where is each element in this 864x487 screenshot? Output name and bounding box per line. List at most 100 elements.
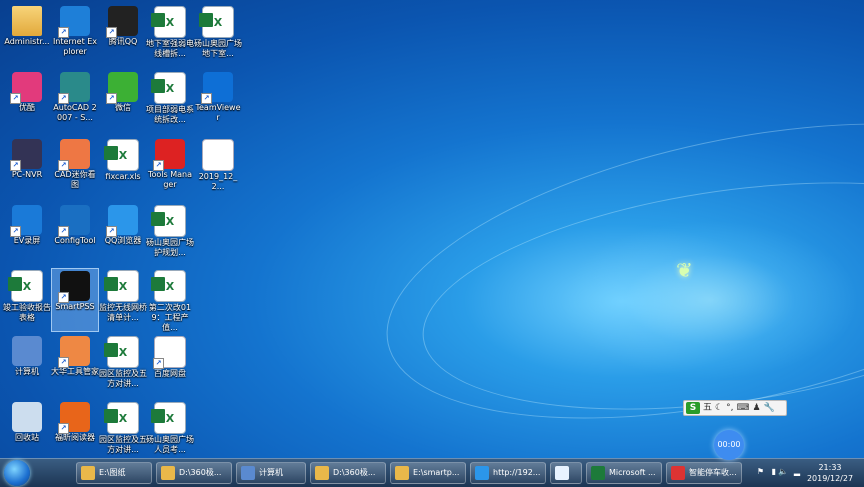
taskbar-button-label: D:\360极... (179, 468, 222, 477)
desktop-icon[interactable]: 大华工具管家 (51, 334, 99, 398)
desktop-icon-label: TeamViewer (195, 103, 241, 122)
desktop-icon[interactable]: TeamViewer (194, 70, 242, 134)
keyboard-icon[interactable]: ⌨ (736, 401, 749, 415)
desktop-icon[interactable]: 优酷 (3, 70, 51, 134)
desktop-icon[interactable]: 回收站 (3, 400, 51, 464)
recording-timer[interactable]: 00:00 (714, 430, 744, 460)
excel-icon: X (151, 402, 186, 434)
desktop-icon[interactable]: X 砀山奥园广场人员考... (146, 400, 194, 464)
desktop-icon-label: 竣工验收报告表格 (3, 303, 51, 322)
taskbar-button[interactable]: Microsoft ... (586, 462, 662, 484)
taskbar-button[interactable]: E:\smartp... (390, 462, 466, 484)
desktop-icon-label: SmartPSS (55, 302, 95, 311)
ime-toolbar[interactable]: S 五 ☾ °, ⌨ ♟ 🔧 (683, 400, 787, 416)
desktop-icon[interactable]: Internet Explorer (51, 4, 99, 68)
wrench-icon[interactable]: 🔧 (764, 401, 775, 415)
moon-icon[interactable]: ☾ (715, 401, 723, 415)
desktop-icon[interactable]: X 园区监控及五方对讲... (99, 400, 147, 464)
desktop-icon[interactable]: 腾讯QQ (99, 4, 147, 68)
flag-icon[interactable]: ⚑ (757, 467, 764, 476)
excel-icon: X (151, 270, 186, 302)
taskbar-clock[interactable]: 21:33 2019/12/27 (804, 462, 856, 484)
sogou-logo-icon[interactable]: S (686, 402, 700, 414)
qq-browser-icon (475, 466, 489, 480)
desktop-icon[interactable]: 福昕阅读器 (51, 400, 99, 464)
excel-icon: X (104, 402, 139, 434)
desktop-icon-label: ConfigTool (54, 236, 96, 245)
taskbar-button[interactable]: D:\360极... (156, 462, 232, 484)
taskbar-button-label: 计算机 (259, 468, 283, 477)
clock-time: 21:33 (818, 463, 842, 472)
desktop-icon[interactable]: PC-NVR (3, 137, 51, 201)
user-folder-icon (12, 6, 42, 36)
baidu-netdisk-icon (153, 336, 186, 369)
excel-icon: X (199, 6, 234, 38)
taskbar-button-label: Microsoft ... (609, 468, 656, 477)
baidu-netdisk-icon (555, 466, 569, 480)
desktop-icon[interactable]: X 砀山奥园广场护规划... (146, 203, 194, 267)
desktop-icon-label: 大华工具管家 (51, 367, 99, 376)
taskbar-button[interactable]: 计算机 (236, 462, 306, 484)
desktop-icon[interactable]: SmartPSS (51, 268, 99, 332)
desktop-icon-label: 2019_12_2... (198, 172, 238, 191)
taskbar-button-label: http://192... (493, 468, 541, 477)
punctuation-icon[interactable]: °, (726, 401, 733, 415)
wechat-icon (106, 72, 138, 104)
windows-start-icon[interactable] (4, 460, 30, 486)
desktop-icon[interactable]: 2019_12_2... (194, 137, 242, 201)
desktop-icon-label: 园区监控及五方对讲... (99, 435, 147, 454)
desktop-icon[interactable]: X 地下室强弱电线槽拆... (146, 4, 194, 68)
desktop-icon[interactable]: 计算机 (3, 334, 51, 398)
desktop-icon[interactable]: Tools Manager (146, 137, 194, 201)
desktop-icon-label: 百度网盘 (154, 369, 186, 378)
taskbar-button[interactable] (550, 462, 582, 484)
taskbar-button[interactable]: D:\360极... (310, 462, 386, 484)
desktop-icon[interactable]: 微信 (99, 70, 147, 134)
desktop-icon-label: Tools Manager (147, 170, 193, 189)
desktop-icon[interactable]: X 第二次改019：工程产值... (146, 268, 194, 332)
desktop-icon-label: fixcar.xls (105, 172, 141, 181)
recycle-bin-icon (12, 402, 42, 432)
taskbar-button[interactable]: E:\图纸 (76, 462, 152, 484)
desktop-icon[interactable]: X 园区监控及五方对讲... (99, 334, 147, 398)
taskbar: ⚑ ▮ 🔈 ▂ 21:33 2019/12/27 E:\图纸 D:\360极...… (0, 458, 864, 487)
taskbar-button[interactable]: http://192... (470, 462, 546, 484)
blank-file-icon (202, 139, 234, 171)
desktop-icon-label: 计算机 (15, 367, 39, 376)
desktop-icon[interactable]: QQ浏览器 (99, 203, 147, 267)
desktop-icon[interactable]: Administr... (3, 4, 51, 68)
signal-icon[interactable]: ▂ (794, 467, 800, 476)
desktop-icon[interactable]: ConfigTool (51, 203, 99, 267)
folder-icon (315, 466, 329, 480)
ime-mode[interactable]: 五 (703, 401, 712, 415)
excel-icon: X (104, 270, 139, 302)
desktop-icon[interactable]: X 砀山奥园广场地下室... (194, 4, 242, 68)
desktop-icon-label: CAD迷你看图 (54, 170, 96, 189)
excel-icon: X (8, 270, 43, 302)
desktop-icon-label: 砀山奥园广场地下室... (194, 39, 242, 58)
pcnvr-icon (10, 139, 42, 171)
teamviewer-icon (201, 72, 233, 104)
desktop-icon[interactable]: CAD迷你看图 (51, 137, 99, 201)
desktop-icon-label: 项目部弱电系统拆改... (146, 105, 194, 124)
desktop-icon-label: QQ浏览器 (104, 236, 142, 245)
excel-icon: X (151, 6, 186, 38)
desktop-icon[interactable]: X 竣工验收报告表格 (3, 268, 51, 332)
desktop-icon[interactable]: X 项目部弱电系统拆改... (146, 70, 194, 134)
desktop-icon-label: 优酷 (19, 103, 35, 112)
desktop-icon[interactable]: Xfixcar.xls (99, 137, 147, 201)
folder-icon (161, 466, 175, 480)
desktop-icon-label: EV录屏 (13, 236, 41, 245)
taskbar-button[interactable]: 智能停车收... (666, 462, 742, 484)
speaker-icon[interactable]: 🔈 (778, 467, 788, 476)
network-icon[interactable]: ▮ (772, 467, 776, 476)
folder-icon (395, 466, 409, 480)
desktop-icon[interactable]: 百度网盘 (146, 334, 194, 398)
desktop-icon[interactable]: EV录屏 (3, 203, 51, 267)
dahua-tools-icon (58, 336, 90, 368)
desktop-icon[interactable]: X 监控无线网桥清单计... (99, 268, 147, 332)
desktop-icon[interactable]: AutoCAD 2007 - S... (51, 70, 99, 134)
desktop-icon-label: Internet Explorer (52, 37, 98, 56)
taskbar-button-label: E:\图纸 (99, 468, 126, 477)
skin-icon[interactable]: ♟ (752, 401, 760, 415)
